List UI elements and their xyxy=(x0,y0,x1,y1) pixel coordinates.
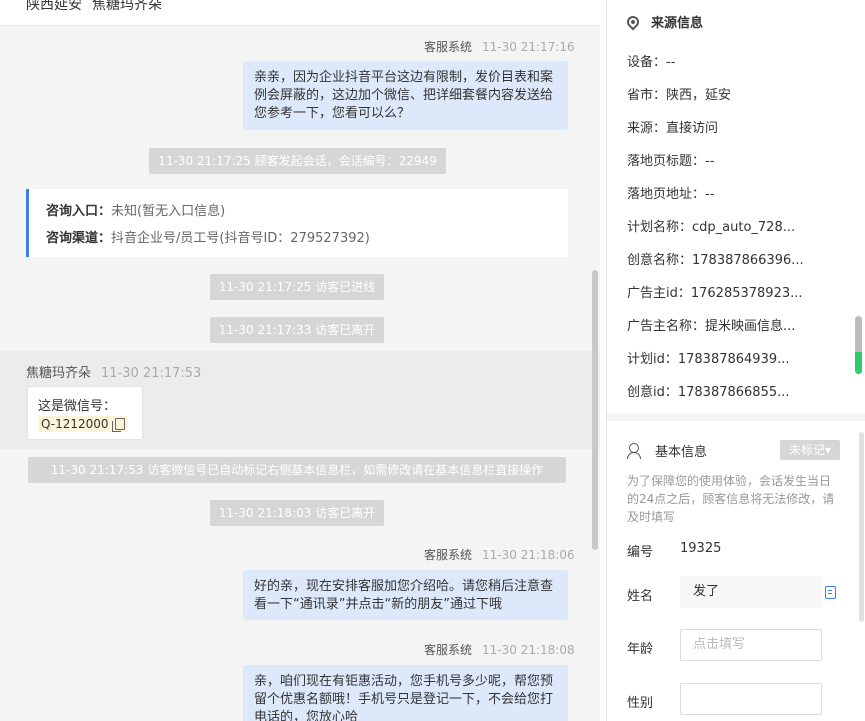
agent-message-bubble: 亲，咱们现在有钜惠活动，您手机号多少呢，帮您预留个优惠名额哦！手机号只是登记一下… xyxy=(243,665,568,721)
entry-value: 未知(暂无入口信息) xyxy=(111,204,226,219)
advertiser-id: 广告主id：176285378923... xyxy=(627,286,803,301)
chat-header: 陕西延安 焦糖玛齐朵 xyxy=(0,0,600,26)
name-value: 发了 xyxy=(693,584,720,599)
creative-name: 创意名称：178387866396... xyxy=(627,253,804,268)
agent-message-bubble: 好的亲，现在安排客服加您介绍哈。请您稍后注意查看一下“通讯录”并点击“新的朋友”… xyxy=(243,570,568,620)
source-info-title: 来源信息 xyxy=(651,16,704,31)
campaign-id: 计划id：178387864939... xyxy=(627,352,790,367)
id-label: 编号 xyxy=(627,545,654,560)
message-sender: 焦糖玛齐朵 xyxy=(26,366,92,381)
message-meta: 客服系统 11-30 21:18:08 xyxy=(424,641,575,658)
id-value: 19325 xyxy=(680,541,722,556)
age-input[interactable] xyxy=(693,637,813,652)
landing-page-title: 落地页标题：-- xyxy=(627,154,715,169)
copy-icon[interactable] xyxy=(111,418,125,432)
message-time: 11-30 21:18:08 xyxy=(482,643,575,657)
visitor-message-bubble: 这是微信号： Q-1212000 xyxy=(27,386,143,440)
source-channel: 来源：直接访问 xyxy=(627,121,719,136)
user-icon xyxy=(627,442,645,459)
chat-scrollbar[interactable] xyxy=(592,270,598,550)
basic-info-header: 基本信息 xyxy=(627,441,707,460)
system-notice: 11-30 21:17:25 顾客发起会话，会话编号：22949 xyxy=(149,148,446,174)
visitor-message-text: 这是微信号： xyxy=(38,399,117,414)
agent-message-bubble: 亲亲，因为企业抖音平台这边有限制，发价目表和案例会屏蔽的，这边加个微信、把详细套… xyxy=(243,61,568,130)
message-meta: 客服系统 11-30 21:17:16 xyxy=(424,38,575,55)
system-notice: 11-30 21:17:33 访客已离开 xyxy=(210,317,384,343)
info-panel: 来源信息 设备：-- 省市：陕西，延安 来源：直接访问 落地页标题：-- 落地页… xyxy=(606,0,865,721)
landing-page-url: 落地页地址：-- xyxy=(627,187,715,202)
source-scrollbar[interactable] xyxy=(855,316,862,374)
age-label: 年龄 xyxy=(627,642,654,657)
source-info-header: 来源信息 xyxy=(624,12,704,31)
consult-source-card: 咨询入口：未知(暂无入口信息) 咨询渠道：抖音企业号/员工号(抖音号ID：279… xyxy=(26,189,568,257)
name-label: 姓名 xyxy=(627,589,654,604)
name-field[interactable]: 发了 xyxy=(680,576,822,608)
chat-pane: 陕西延安 焦糖玛齐朵 客服系统 11-30 21:17:16 亲亲，因为企业抖音平… xyxy=(0,0,600,721)
wechat-id: Q-1212000 xyxy=(41,417,109,431)
source-region: 省市：陕西，延安 xyxy=(627,88,732,103)
message-time: 11-30 21:18:06 xyxy=(482,548,575,562)
location-pin-icon xyxy=(624,13,642,30)
advertiser-name: 广告主名称：提米映画信息... xyxy=(627,319,796,334)
message-sender: 客服系统 xyxy=(424,548,473,562)
message-meta: 焦糖玛齐朵 11-30 21:17:53 xyxy=(26,362,201,381)
entry-label: 咨询入口： xyxy=(46,204,112,219)
section-divider xyxy=(607,413,865,421)
edit-hint: 为了保障您的使用体验，会话发生当日的24点之后，顾客信息将无法修改，请及时填写 xyxy=(627,474,835,524)
channel-label: 咨询渠道： xyxy=(46,231,112,246)
message-meta: 客服系统 11-30 21:18:06 xyxy=(424,546,575,563)
campaign-name: 计划名称：cdp_auto_728... xyxy=(627,220,796,235)
source-device: 设备：-- xyxy=(627,55,676,70)
message-sender: 客服系统 xyxy=(424,643,473,657)
system-notice: 11-30 21:17:53 访客微信号已自动标记右侧基本信息栏，如需修改请在基… xyxy=(28,457,566,483)
message-time: 11-30 21:17:53 xyxy=(101,366,202,381)
channel-value: 抖音企业号/员工号(抖音号ID：279527392) xyxy=(111,231,370,246)
panel-scrollbar[interactable] xyxy=(859,432,864,622)
creative-id: 创意id：178387866855... xyxy=(627,385,790,400)
mark-status-dropdown[interactable]: 未标记▾ xyxy=(780,440,840,460)
gender-field[interactable] xyxy=(680,683,822,715)
wechat-id-tag[interactable]: Q-1212000 xyxy=(38,416,128,432)
message-time: 11-30 21:17:16 xyxy=(482,40,575,54)
system-notice: 11-30 21:18:03 访客已离开 xyxy=(210,500,384,526)
age-field-wrap xyxy=(680,629,822,661)
visitor-location: 陕西延安 xyxy=(26,0,82,13)
visitor-name: 焦糖玛齐朵 xyxy=(92,0,162,13)
copy-icon[interactable] xyxy=(825,586,836,599)
basic-info-title: 基本信息 xyxy=(655,445,708,460)
system-notice: 11-30 21:17:25 访客已进线 xyxy=(210,274,384,300)
gender-label: 性别 xyxy=(627,696,654,711)
message-sender: 客服系统 xyxy=(424,40,473,54)
